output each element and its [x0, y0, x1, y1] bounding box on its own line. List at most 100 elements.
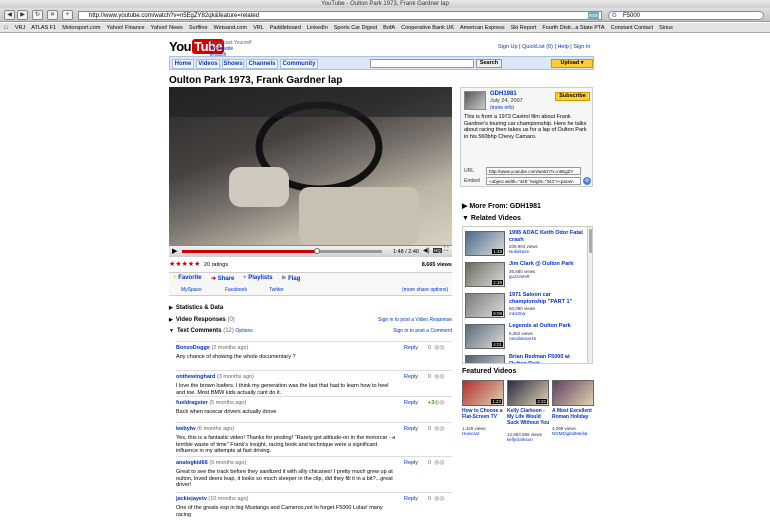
- address-bar[interactable]: http://www.youtube.com/watch?v=n5EgZY82q…: [78, 11, 602, 20]
- bookmark-item[interactable]: VRJ: [15, 25, 25, 31]
- share-twitter[interactable]: Twitter: [269, 287, 284, 293]
- comment-author[interactable]: jackiejayetv: [176, 496, 207, 502]
- progress-bar[interactable]: [182, 250, 382, 253]
- featured-video-title[interactable]: A Most Excellent Roman Holiday: [552, 408, 596, 420]
- featured-video-title[interactable]: Kelly Clarkson - My Life Would Suck With…: [507, 408, 551, 426]
- more-from-header[interactable]: ▶ More From: GDH1981: [462, 202, 541, 210]
- bookmark-item[interactable]: VRL: [253, 25, 264, 31]
- bookmark-icon[interactable]: □: [4, 25, 7, 31]
- share-button[interactable]: ➔ Share: [211, 275, 234, 282]
- related-video-title[interactable]: 1971 Saloon car championship "PART 1": [509, 292, 589, 305]
- hq-button[interactable]: HQ: [433, 248, 442, 253]
- signup-link[interactable]: Sign Up: [498, 44, 518, 50]
- related-video-item[interactable]: 1:49 1995 ADAC Keith Odor Fatal crash 209,…: [465, 229, 590, 259]
- video-thumbnail[interactable]: [465, 355, 505, 363]
- video-thumbnail[interactable]: 1:23: [462, 380, 504, 406]
- related-video-item[interactable]: 2:38 Jim Clark @ Oulton Park 36,580 views g…: [465, 260, 590, 290]
- browser-search-field[interactable]: G F5000: [608, 11, 764, 20]
- thumbs-icon[interactable]: ◍◍: [434, 373, 444, 380]
- related-video-user[interactable]: mk10na: [509, 311, 525, 316]
- thumbs-icon[interactable]: ◍◍: [434, 459, 444, 466]
- subscribe-button[interactable]: Subscribe: [555, 92, 590, 101]
- signin-video-response-link[interactable]: Sign in to post a Video Response: [378, 316, 452, 325]
- reply-link[interactable]: Reply: [404, 496, 418, 502]
- related-video-title[interactable]: Jim Clark @ Oulton Park: [509, 261, 589, 268]
- bookmark-item[interactable]: Constant Contact: [611, 25, 654, 31]
- comment-author[interactable]: kwbylw: [176, 426, 196, 432]
- more-share-options[interactable]: (more share options): [402, 287, 448, 293]
- help-link[interactable]: Help: [557, 44, 568, 50]
- bookmark-item[interactable]: Cooperative Bank UK: [401, 25, 454, 31]
- featured-video-title[interactable]: How to Choose a Flat-Screen TV: [462, 408, 506, 420]
- share-facebook[interactable]: Facebook: [225, 287, 247, 293]
- reply-link[interactable]: Reply: [404, 345, 418, 351]
- bookmark-item[interactable]: Sports Car Digest: [334, 25, 377, 31]
- comment-author[interactable]: onthewinghard: [176, 374, 215, 380]
- embed-field[interactable]: <object width="425" height="344"><param: [486, 177, 581, 185]
- related-video-item[interactable]: Brian Redman F5000 at Oulton Park: [465, 353, 590, 363]
- signin-link[interactable]: Sign In: [573, 44, 590, 50]
- reload-icon[interactable]: ↻: [32, 10, 43, 20]
- section-video-responses[interactable]: ▶ Video Responses (0) Sign in to post a V…: [169, 316, 452, 325]
- comment-author[interactable]: analogkid66: [176, 460, 208, 466]
- play-icon[interactable]: ▶: [172, 247, 177, 255]
- reply-link[interactable]: Reply: [404, 400, 418, 406]
- fullscreen-icon[interactable]: ⛶: [444, 247, 448, 254]
- section-statistics[interactable]: ▶ Statistics & Data: [169, 304, 223, 313]
- related-video-user[interactable]: guzzimHR: [509, 274, 530, 279]
- bookmark-item[interactable]: Surfline: [189, 25, 208, 31]
- search-input[interactable]: [370, 59, 474, 68]
- playlists-button[interactable]: + Playlists: [243, 275, 273, 281]
- upload-button[interactable]: Upload ▾: [551, 59, 593, 68]
- scrubber-handle[interactable]: [314, 248, 320, 254]
- thumbs-icon[interactable]: ◍◍: [434, 495, 444, 502]
- share-myspace[interactable]: MySpace: [181, 287, 202, 293]
- related-video-user[interactable]: Aerobanue15: [509, 336, 536, 341]
- flag-button[interactable]: ⚑ Flag: [281, 275, 300, 282]
- bookmark-item[interactable]: ATLAS F1: [31, 25, 56, 31]
- tab-home[interactable]: Home: [172, 59, 194, 69]
- url-field[interactable]: http://www.youtube.com/watch?v=n5EgZY: [486, 167, 581, 175]
- featured-video-user[interactable]: Howcast: [462, 431, 479, 436]
- thumbs-icon[interactable]: ◍◍: [434, 399, 444, 406]
- forward-icon[interactable]: ▶: [17, 10, 28, 20]
- add-bookmark-icon[interactable]: +: [62, 10, 73, 20]
- tab-shows[interactable]: Shows: [222, 59, 244, 69]
- comment-author[interactable]: BonzoDogge: [176, 345, 210, 351]
- more-info-link[interactable]: (more info): [490, 105, 514, 111]
- bookmark-item[interactable]: Yahoo! News: [151, 25, 183, 31]
- stop-icon[interactable]: ✕: [47, 10, 58, 20]
- bookmark-item[interactable]: Fourth Distr...a State PTA: [542, 25, 604, 31]
- video-frame[interactable]: [169, 87, 452, 245]
- video-thumbnail[interactable]: 8:08: [465, 293, 505, 318]
- bookmark-item[interactable]: Motorsport.com: [62, 25, 100, 31]
- back-icon[interactable]: ◀: [4, 10, 15, 20]
- quicklist-link[interactable]: QuickList (0): [522, 44, 553, 50]
- featured-video-user[interactable]: kellyclarkson: [507, 437, 533, 442]
- tab-videos[interactable]: Videos: [196, 59, 220, 69]
- video-thumbnail[interactable]: 1:49: [465, 231, 505, 256]
- settings-icon[interactable]: ⚙: [583, 177, 591, 185]
- favorite-button[interactable]: + Favorite: [173, 275, 202, 281]
- signin-comment-link[interactable]: Sign in to post a Comment: [393, 327, 452, 336]
- video-player[interactable]: ▶ 1:48 / 2:40 ◀) HQ ⛶: [169, 87, 452, 257]
- rss-badge[interactable]: RSS: [587, 12, 599, 20]
- featured-video-user[interactable]: NGMDigitalMedia: [552, 431, 587, 436]
- bookmark-item[interactable]: Sirius: [659, 25, 673, 31]
- bookmark-item[interactable]: BofA: [383, 25, 395, 31]
- bookmark-item[interactable]: American Express: [460, 25, 505, 31]
- video-thumbnail[interactable]: 4:01: [465, 324, 505, 349]
- tab-community[interactable]: Community: [280, 59, 318, 69]
- reply-link[interactable]: Reply: [404, 460, 418, 466]
- tab-channels[interactable]: Channels: [246, 59, 278, 69]
- related-videos-header[interactable]: ▼ Related Videos: [462, 215, 521, 222]
- section-text-comments[interactable]: ▼ Text Comments (12) Options Sign in to p…: [169, 327, 452, 336]
- channel-avatar[interactable]: [464, 91, 486, 110]
- reply-link[interactable]: Reply: [404, 426, 418, 432]
- video-thumbnail[interactable]: 3:32: [507, 380, 549, 406]
- video-thumbnail[interactable]: [552, 380, 594, 406]
- search-button[interactable]: Search: [476, 59, 502, 68]
- related-video-title[interactable]: Brian Redman F5000 at Oulton Park: [509, 354, 589, 363]
- bookmark-item[interactable]: Paddleboard: [270, 25, 301, 31]
- related-video-title[interactable]: 1995 ADAC Keith Odor Fatal crash: [509, 230, 589, 243]
